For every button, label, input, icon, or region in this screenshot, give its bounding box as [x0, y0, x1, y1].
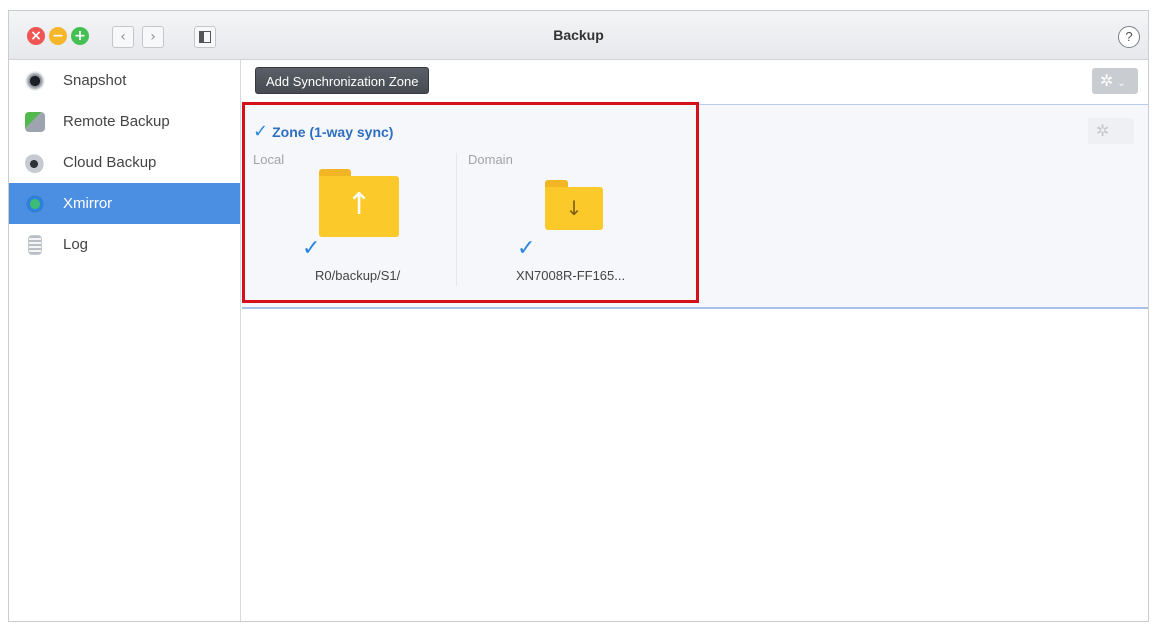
download-arrow-icon: ↓ [565, 196, 583, 220]
sidebar-item-label: Cloud Backup [63, 154, 157, 171]
add-synchronization-zone-button[interactable]: Add Synchronization Zone [255, 67, 430, 94]
content-toolbar: Add Synchronization Zone ✲ ⌄ [242, 60, 1148, 104]
sidebar-item-snapshot[interactable]: Snapshot [9, 60, 240, 101]
sidebar-item-label: Log [63, 236, 89, 253]
sidebar-item-label: Snapshot [63, 72, 127, 89]
sidebar: Snapshot Remote Backup Cloud Backup Xmir… [9, 60, 241, 621]
zone-title-label: Zone (1-way sync) [272, 124, 394, 140]
local-status-check-icon: ✓ [302, 236, 321, 261]
zone-title: ✓ Zone (1-way sync) [253, 121, 393, 142]
local-column-label: Local [253, 152, 285, 167]
domain-path: XN7008R-FF165... [516, 268, 626, 283]
gear-icon: ✲ [1096, 121, 1110, 140]
help-button[interactable]: ? [1118, 26, 1140, 48]
help-icon: ? [1125, 29, 1133, 44]
xmirror-icon [25, 194, 45, 214]
column-divider [456, 153, 457, 286]
sidebar-item-xmirror[interactable]: Xmirror [9, 183, 240, 224]
upload-arrow-icon: ↑ [346, 187, 372, 222]
local-folder-icon[interactable]: ↑ [319, 169, 399, 237]
chevron-down-icon: ⌄ [1117, 78, 1126, 89]
log-icon [28, 235, 42, 255]
sidebar-item-label: Xmirror [63, 195, 113, 212]
cloud-backup-icon [25, 153, 45, 173]
snapshot-icon [25, 71, 45, 91]
remote-backup-icon [25, 112, 45, 132]
settings-menu-button[interactable]: ✲ ⌄ [1092, 68, 1138, 94]
zone-row[interactable]: ✓ Zone (1-way sync) ✲ Local Domain ↑ ✓ R0… [242, 102, 1148, 309]
main-content: Add Synchronization Zone ✲ ⌄ ✓ Zone (1-way… [242, 60, 1148, 621]
sidebar-item-log[interactable]: Log [9, 224, 240, 265]
backup-window: × − + ‹ › Backup ? Snapshot Remote Backu… [8, 10, 1149, 622]
domain-status-check-icon: ✓ [517, 236, 536, 261]
sidebar-item-cloud-backup[interactable]: Cloud Backup [9, 142, 240, 183]
domain-column-label: Domain [468, 152, 513, 167]
sidebar-item-label: Remote Backup [63, 113, 170, 130]
local-path: R0/backup/S1/ [315, 268, 401, 283]
check-icon: ✓ [253, 121, 269, 141]
zone-settings-button[interactable]: ✲ [1088, 118, 1134, 144]
title-bar: × − + ‹ › Backup ? [9, 11, 1148, 60]
window-title: Backup [553, 27, 604, 43]
domain-folder-icon[interactable]: ↓ [545, 180, 603, 230]
sidebar-item-remote-backup[interactable]: Remote Backup [9, 101, 240, 142]
gear-icon: ✲ [1100, 71, 1114, 90]
